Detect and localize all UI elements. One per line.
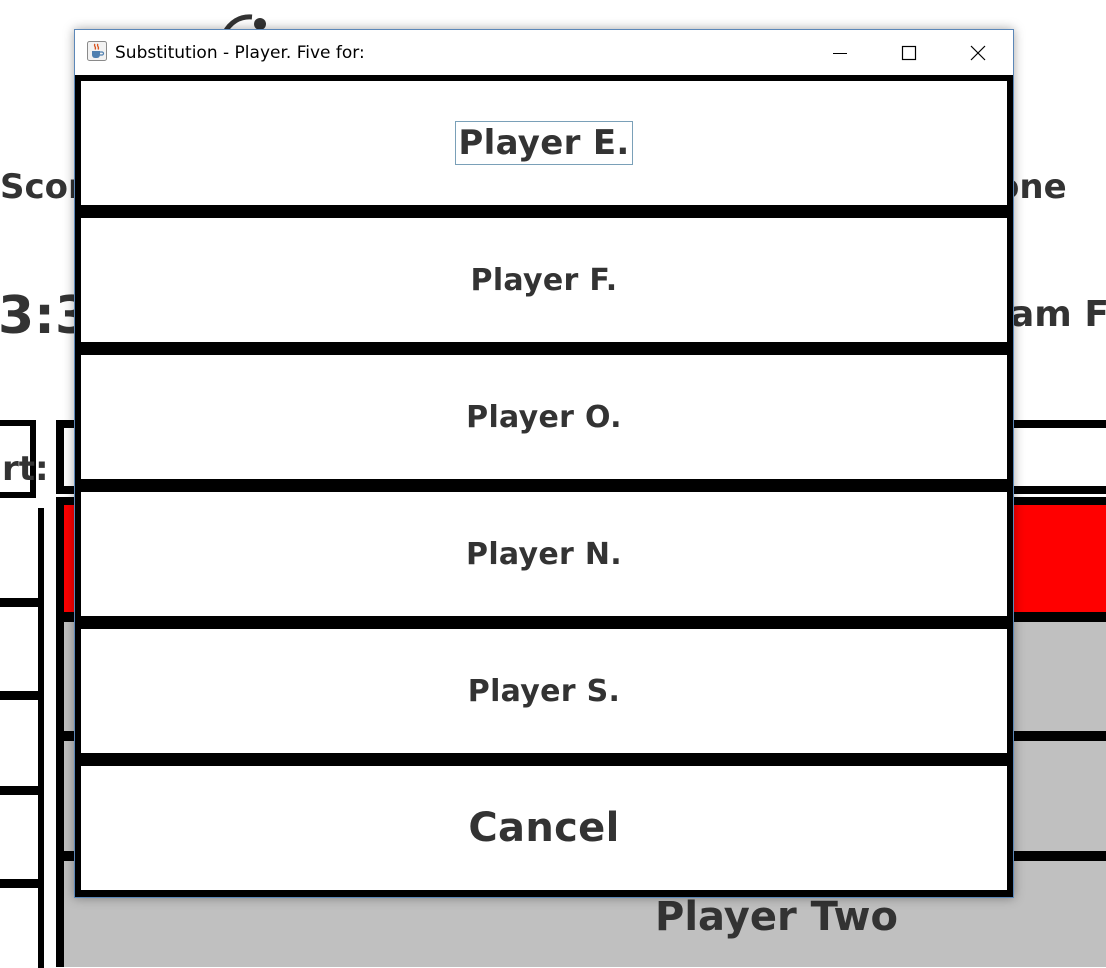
close-icon [970,45,986,60]
roster-divider [0,879,44,888]
team-label: am F [1010,294,1106,335]
minimize-button[interactable] [817,30,863,75]
dialog-content: Player E. Player F. Player O. Player N. … [75,75,1013,897]
maximize-button[interactable] [886,30,932,75]
java-cup-icon [87,41,107,61]
player-option-button[interactable]: Player F. [81,218,1007,342]
start-label: rt: [2,449,49,489]
dialog-titlebar[interactable]: Substitution - Player. Five for: [75,30,1013,75]
player-option-label: Player S. [467,673,621,709]
close-button[interactable] [955,30,1001,75]
player-option-label: Player O. [466,399,622,435]
substitution-dialog: Substitution - Player. Five for: Player … [74,29,1014,898]
player-option-button[interactable]: Player S. [81,629,1007,753]
maximize-icon [901,45,917,60]
cancel-button[interactable]: Cancel [81,766,1007,890]
roster-divider [0,598,44,607]
minimize-icon [833,52,847,54]
player-option-label: Player N. [466,536,622,572]
cancel-label: Cancel [468,805,620,851]
roster-divider [0,691,44,700]
score-label: Scor [0,167,85,207]
dialog-title: Substitution - Player. Five for: [115,43,365,63]
player-option-label: Player F. [470,262,618,298]
player-two-label: Player Two [655,894,898,940]
player-option-button[interactable]: Player E. [81,81,1007,205]
player-option-button[interactable]: Player O. [81,355,1007,479]
roster-divider [0,786,44,795]
player-option-label: Player E. [455,121,633,165]
player-option-button[interactable]: Player N. [81,492,1007,616]
left-roster-column [0,508,44,968]
